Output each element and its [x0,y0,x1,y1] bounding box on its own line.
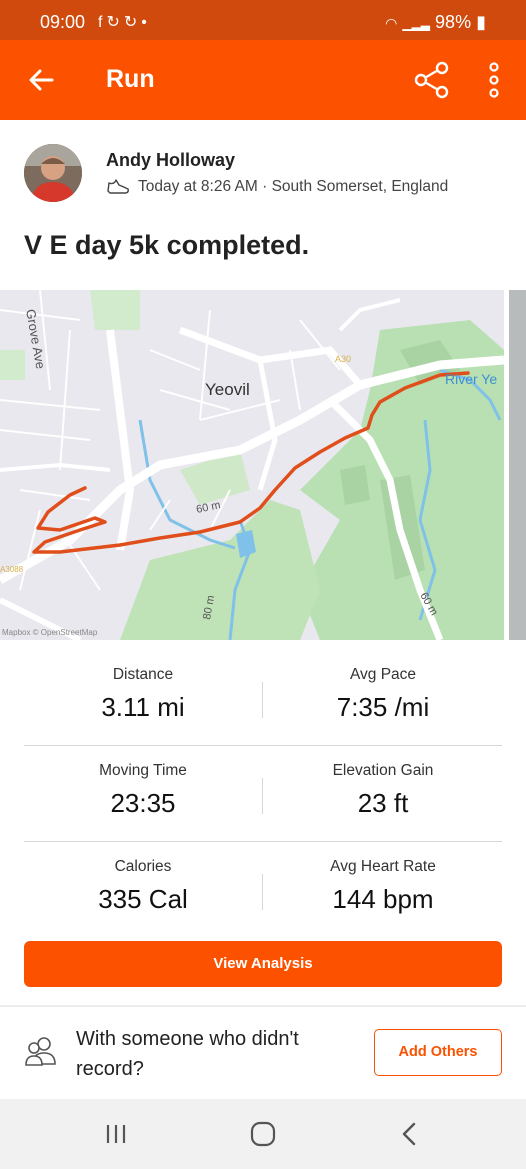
sync-icon: ↻ [106,14,124,31]
stat-moving-time: Moving Time 23:35 [24,746,262,819]
stat-value: 3.11 mi [101,692,185,722]
map-attribution: Mapbox © OpenStreetMap [2,628,98,637]
notification-icons: f↻↻• [98,12,151,32]
stats-grid: Distance 3.11 mi Avg Pace 7:35 /mi Movin… [24,650,502,937]
activity-title: V E day 5k completed. [24,230,310,260]
add-others-prompt: With someone who didn't record? [76,1028,299,1080]
route-map[interactable]: Yeovil Grove Ave River Ye 60 m 80 m 60 m… [0,290,504,640]
more-options-icon[interactable] [482,60,506,100]
stat-value: 7:35 /mi [336,692,430,722]
wifi-icon: ◠ [385,15,398,31]
stat-value: 23 ft [357,788,409,818]
stats-row: Calories 335 Cal Avg Heart Rate 144 bpm [24,842,502,937]
recent-apps-icon[interactable] [96,1117,136,1151]
stat-label: Moving Time [99,762,187,779]
app-bar: Run [0,40,526,120]
avatar[interactable] [24,144,82,202]
stat-elevation-gain: Elevation Gain 23 ft [264,746,502,819]
stat-avg-heart-rate: Avg Heart Rate 144 bpm [264,842,502,915]
activity-time: Today at 8:26 AM [138,178,258,195]
stat-label: Calories [114,858,172,875]
stat-value: 23:35 [110,788,176,818]
stat-label: Elevation Gain [332,762,434,779]
activity-meta: Today at 8:26 AM · South Somerset, Engla… [106,178,448,196]
stats-row: Moving Time 23:35 Elevation Gain 23 ft [24,746,502,842]
stats-row: Distance 3.11 mi Avg Pace 7:35 /mi [24,650,502,746]
activity-location: South Somerset, England [271,178,449,195]
status-time: 09:00 [40,12,86,32]
stat-value: 335 Cal [98,884,188,914]
battery-icon: ▮ [476,12,486,32]
section-divider [0,1005,526,1007]
battery-level: 98% [435,12,472,32]
share-icon[interactable] [412,60,452,100]
dot-icon: • [141,14,151,31]
stat-divider [262,874,263,910]
stat-divider [262,778,263,814]
view-analysis-button[interactable]: View Analysis [24,941,502,987]
stat-label: Avg Heart Rate [330,858,436,875]
page-title: Run [106,65,155,93]
stat-label: Avg Pace [349,666,417,683]
system-nav-bar [0,1099,526,1169]
meta-separator: · [257,178,272,195]
stat-value: 144 bpm [332,884,434,914]
status-right: ◠ ▁▂▃ 98% ▮ [385,12,486,33]
add-others-button[interactable]: Add Others [374,1029,502,1076]
stat-label: Distance [112,666,174,683]
group-icon [25,1037,56,1066]
athlete-name[interactable]: Andy Holloway [106,150,235,171]
map-scroll-strip [509,290,526,640]
sync-icon: ↻ [123,14,142,31]
stat-calories: Calories 335 Cal [24,842,262,915]
map-label-road-a30: A30 [335,354,351,364]
stat-divider [262,682,263,718]
stat-avg-pace: Avg Pace 7:35 /mi [264,650,502,723]
back-arrow-icon[interactable] [26,64,58,96]
map-label-river: River Ye [445,371,497,387]
map-label-yeovil: Yeovil [205,380,250,399]
map-label-road-a3088: A3088 [0,565,24,574]
signal-icon: ▁▂▃ [402,17,431,31]
back-icon[interactable] [390,1117,430,1151]
home-icon[interactable] [243,1117,283,1151]
shoe-icon [107,179,129,194]
stat-distance: Distance 3.11 mi [24,650,262,723]
status-bar: 09:00 f↻↻• ◠ ▁▂▃ 98% ▮ [0,0,526,40]
